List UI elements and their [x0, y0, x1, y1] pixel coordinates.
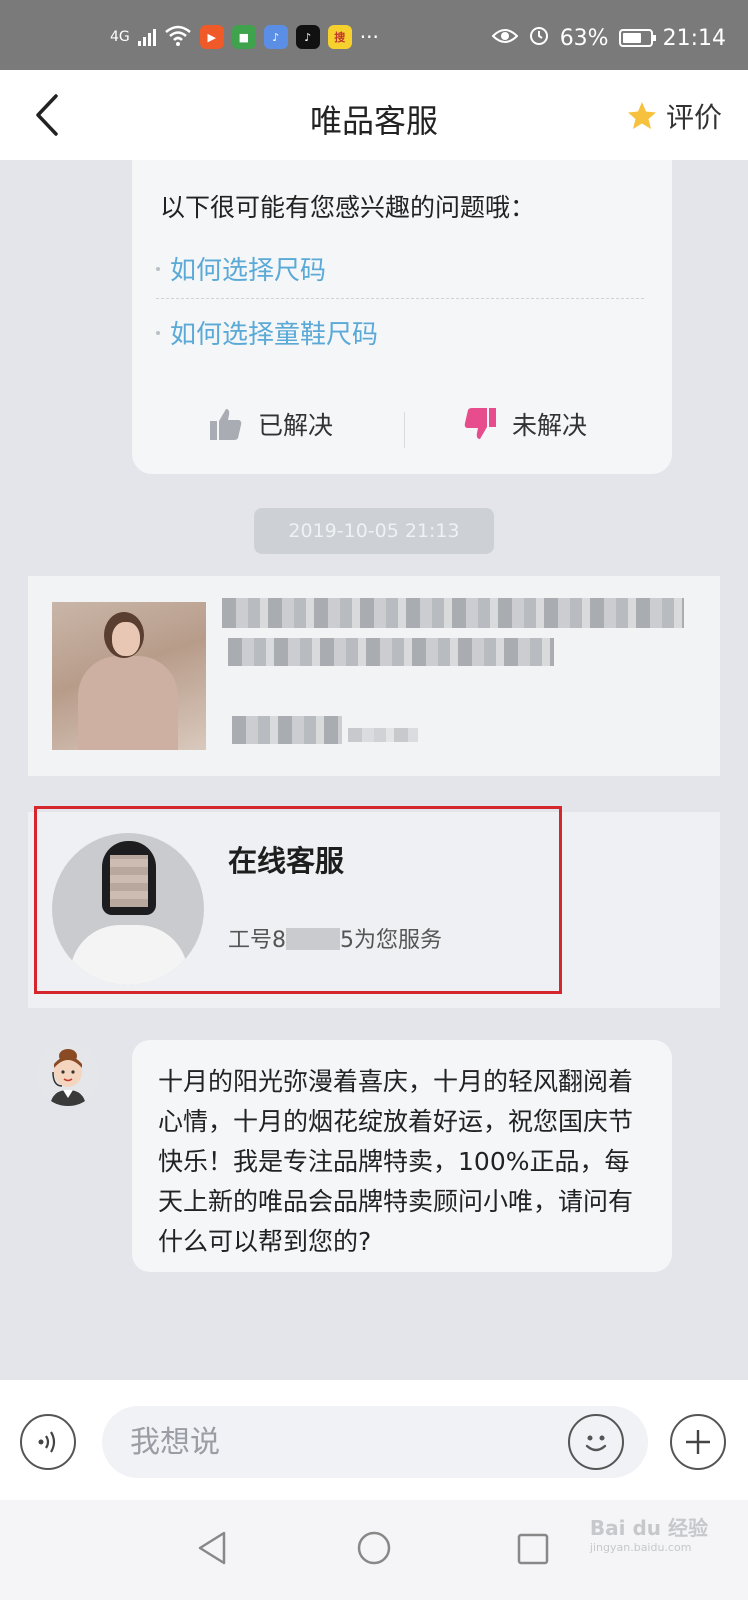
faq-question[interactable]: 如何选择童鞋尺码 — [156, 314, 378, 351]
music-app-icon: ♪ — [263, 25, 288, 49]
solved-label: 已解决 — [258, 411, 334, 440]
vote-divider — [404, 412, 405, 448]
alarm-icon — [528, 24, 550, 52]
watermark-url: jingyan.baidu.com — [589, 1541, 692, 1554]
plus-icon — [686, 1430, 710, 1454]
battery-percent: 63% — [559, 25, 609, 51]
input-bar — [0, 1380, 748, 1500]
triangle-back-icon — [198, 1531, 226, 1565]
news-app-icon: ■ — [231, 25, 256, 49]
wifi-icon — [164, 24, 192, 50]
faq-card: 以下很可能有您感兴趣的问题哦： 如何选择尺码 如何选择童鞋尺码 已解决 未解决 — [132, 160, 672, 474]
solved-button[interactable]: 已解决 — [208, 406, 333, 442]
circle-home-icon — [357, 1531, 391, 1565]
nav-recents-button[interactable] — [516, 1532, 550, 1570]
rate-button[interactable]: 评价 — [626, 96, 722, 136]
faq-question-label: 如何选择童鞋尺码 — [170, 320, 379, 350]
voice-button[interactable] — [20, 1414, 76, 1470]
square-recents-icon — [517, 1533, 549, 1565]
star-icon — [627, 102, 656, 129]
emoji-button[interactable] — [568, 1414, 624, 1470]
more-notifications-icon: ··· — [359, 25, 379, 49]
message-input[interactable] — [130, 1420, 550, 1464]
blurred-price — [232, 716, 342, 744]
bot-message-text: 十月的阳光弥漫着喜庆，十月的轻风翻阅着心情，十月的烟花绽放着好运，祝您国庆节快乐… — [158, 1067, 634, 1256]
bullet-dot — [156, 266, 160, 271]
faq-divider — [156, 298, 644, 299]
clock: 21:14 — [662, 25, 726, 51]
blurred-original-price — [348, 728, 418, 742]
eye-comfort-icon — [491, 26, 519, 51]
tiktok-app-icon: ♪ — [295, 25, 320, 49]
bullet-dot — [156, 330, 160, 335]
timestamp: 2019-10-05 21:13 — [254, 508, 494, 554]
bot-avatar — [36, 1042, 100, 1106]
watermark-brand: Bai du 经验 — [589, 1516, 708, 1540]
faq-question-label: 如何选择尺码 — [170, 256, 327, 286]
network-type: 4G — [110, 29, 130, 45]
sohu-app-icon: 搜 — [327, 25, 352, 49]
rate-label: 评价 — [665, 101, 722, 134]
watermark: Bai du 经验 jingyan.baidu.com — [590, 1512, 708, 1554]
message-input-container — [102, 1406, 648, 1478]
product-image — [52, 602, 206, 750]
add-button[interactable] — [670, 1414, 726, 1470]
smiley-icon — [585, 1435, 607, 1452]
nav-back-button[interactable] — [196, 1530, 228, 1570]
battery-icon — [618, 29, 656, 47]
highlight-box — [34, 806, 562, 994]
voice-icon — [38, 1431, 56, 1453]
status-bar: 4G ▶ ■ ♪ ♪ 搜 ··· 63% 21:14 — [0, 0, 748, 70]
video-app-icon: ▶ — [199, 25, 224, 49]
unsolved-button[interactable]: 未解决 — [462, 406, 587, 442]
bot-message-bubble: 十月的阳光弥漫着喜庆，十月的轻风翻阅着心情，十月的烟花绽放着好运，祝您国庆节快乐… — [132, 1040, 672, 1272]
faq-intro: 以下很可能有您感兴趣的问题哦： — [160, 193, 536, 222]
header: 唯品客服 评价 — [0, 70, 748, 160]
signal-icon — [137, 28, 156, 46]
unsolved-label: 未解决 — [512, 411, 588, 440]
thumbs-down-icon — [464, 408, 496, 439]
product-card[interactable] — [28, 576, 720, 776]
blurred-product-title-line2 — [228, 638, 554, 666]
thumbs-up-icon — [210, 409, 242, 440]
faq-question[interactable]: 如何选择尺码 — [156, 250, 326, 287]
service-avatar-icon — [36, 1042, 100, 1106]
blurred-product-title — [222, 598, 684, 628]
nav-home-button[interactable] — [356, 1530, 392, 1570]
